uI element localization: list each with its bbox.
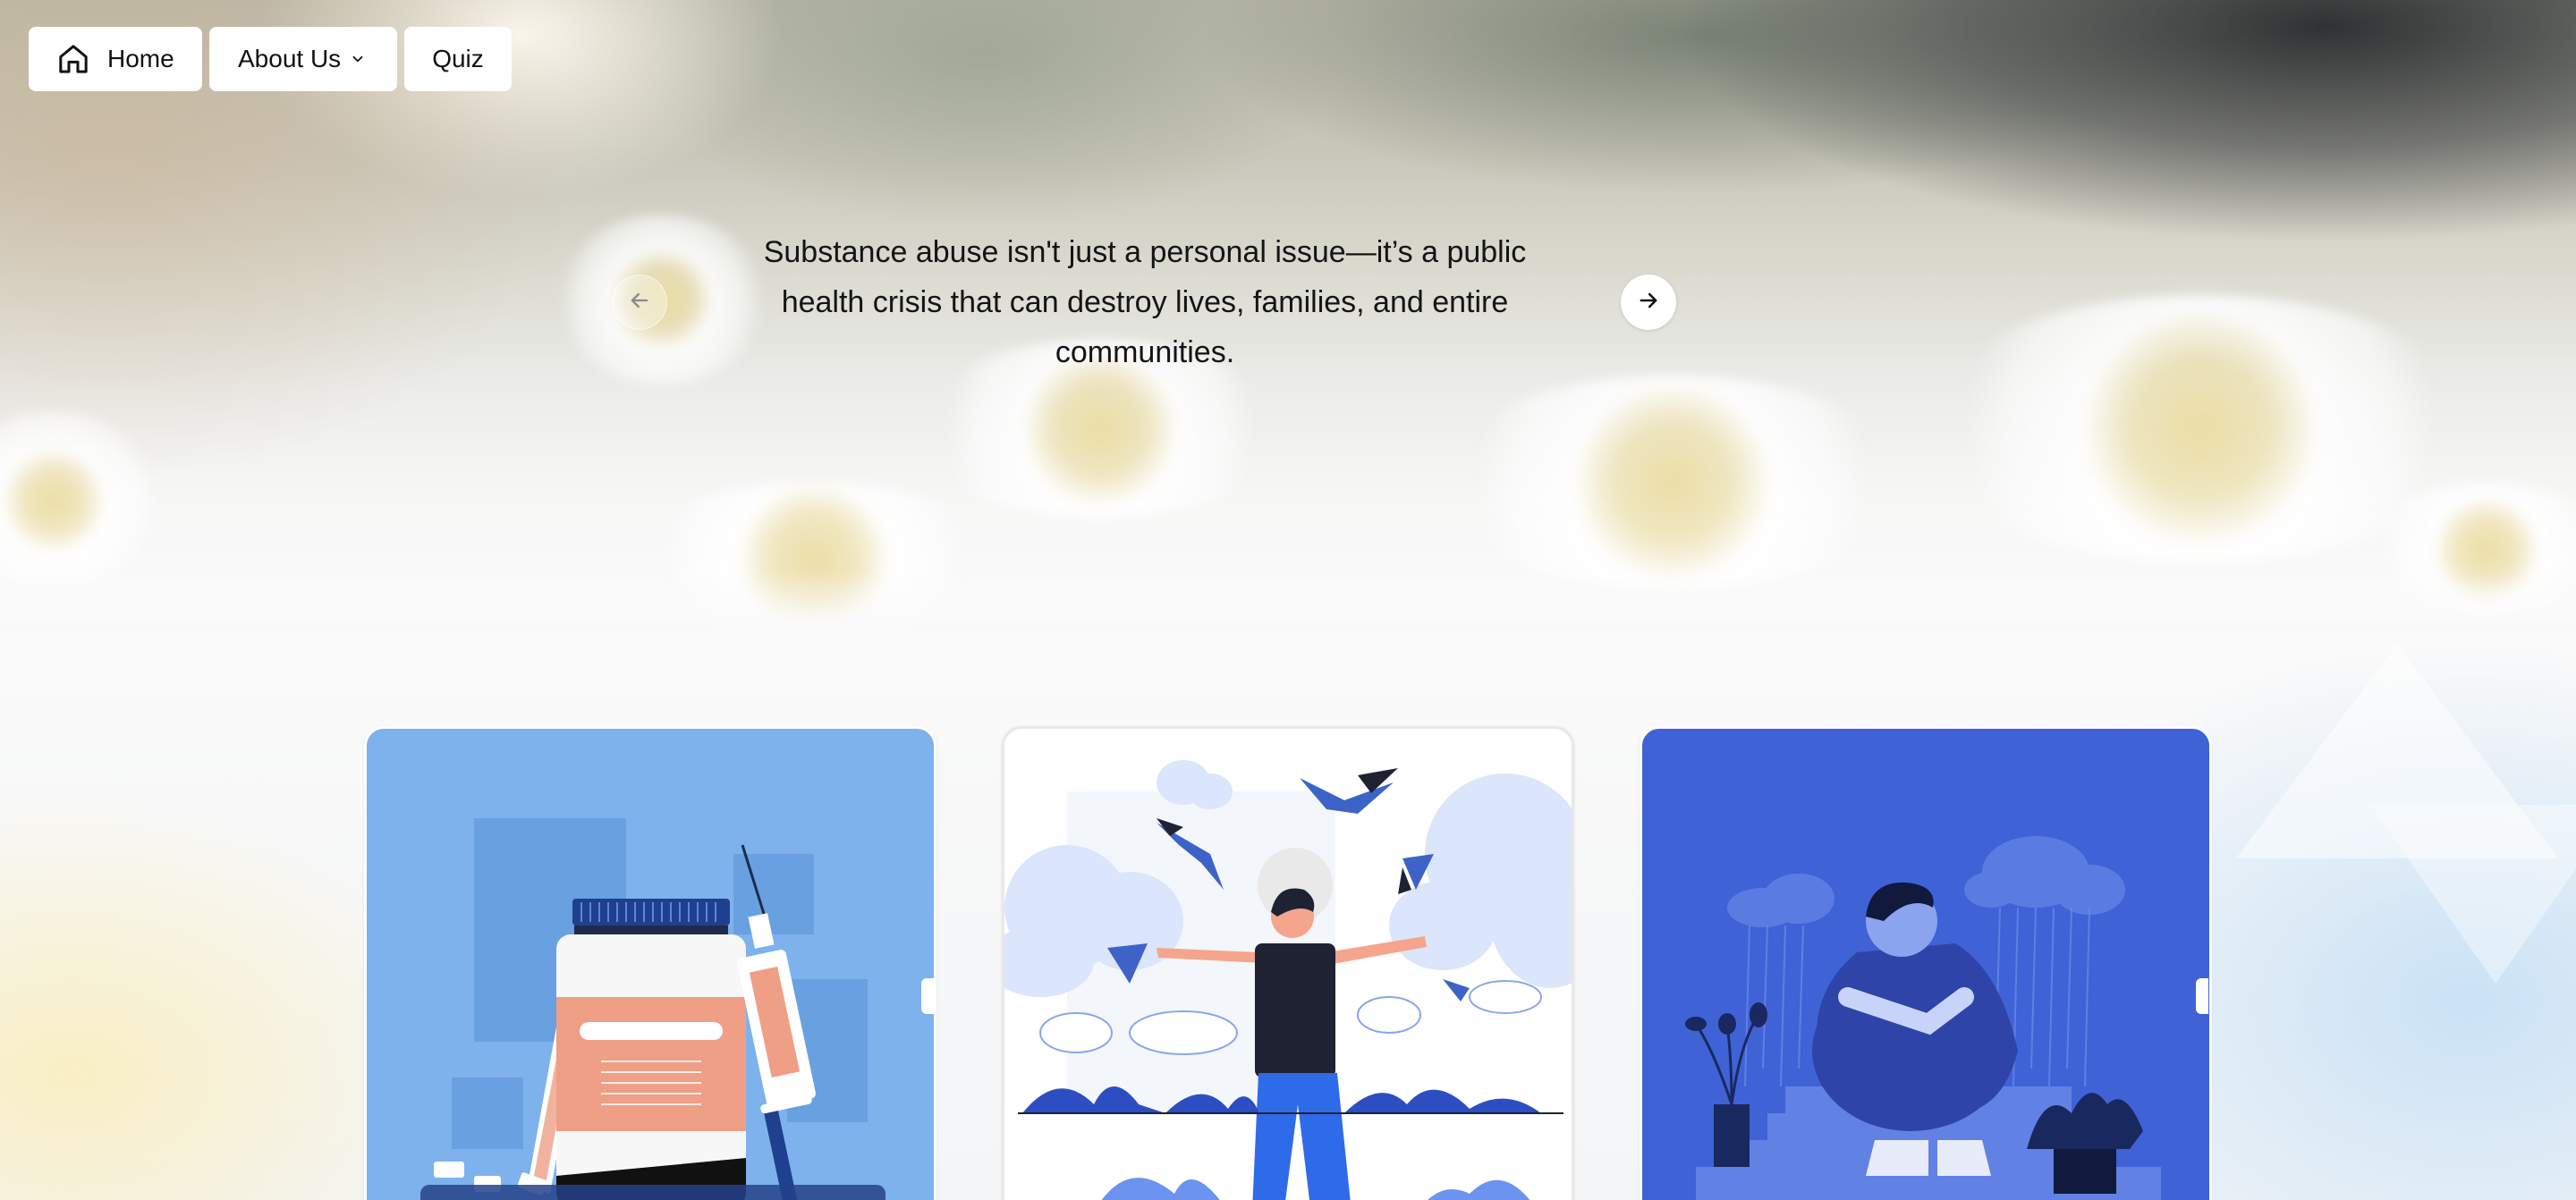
quiz-label: Quiz [432, 45, 484, 72]
arrow-right-icon [1636, 288, 1661, 317]
chevron-down-icon [350, 51, 366, 67]
card-freedom-illustration[interactable] [1002, 726, 1574, 1200]
card-side-tab[interactable] [921, 978, 934, 1014]
about-us-label: About Us [238, 45, 342, 72]
card-medication-illustration[interactable] [364, 726, 936, 1200]
pill-bottle-illustration [420, 818, 886, 1200]
top-navigation: Home About Us Quiz [29, 27, 512, 91]
quiz-button[interactable]: Quiz [404, 27, 512, 91]
carousel-prev-button[interactable] [612, 275, 667, 330]
home-button[interactable]: Home [29, 27, 202, 91]
card-depression-illustration[interactable] [1640, 726, 2212, 1200]
freedom-illustration [1004, 760, 1572, 1200]
card-side-tab[interactable] [2196, 978, 2208, 1014]
home-label: Home [107, 45, 174, 72]
about-us-dropdown[interactable]: About Us [209, 27, 397, 91]
carousel-slide-text: Substance abuse isn't just a personal is… [763, 235, 1527, 369]
sad-person-illustration [1685, 836, 2161, 1200]
carousel-next-button[interactable] [1621, 275, 1676, 330]
arrow-left-icon [627, 288, 652, 317]
home-icon [55, 41, 91, 77]
